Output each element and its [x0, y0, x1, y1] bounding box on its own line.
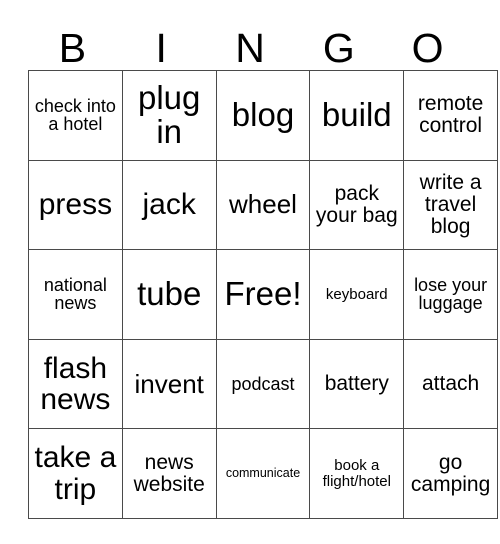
- bingo-row: press jack wheel pack your bag write a t…: [28, 159, 498, 251]
- bingo-cell-label: book a flight/hotel: [322, 457, 391, 490]
- bingo-cell[interactable]: jack: [121, 159, 217, 251]
- bingo-cell-label: check into a hotel: [34, 95, 116, 135]
- bingo-cell[interactable]: take a trip: [28, 428, 123, 519]
- bingo-cell[interactable]: communicate: [215, 428, 311, 519]
- bingo-cell[interactable]: remote control: [403, 70, 498, 161]
- bingo-cell-label: communicate: [225, 466, 301, 481]
- bingo-cell[interactable]: national news: [28, 249, 123, 340]
- bingo-cell[interactable]: lose your luggage: [403, 249, 498, 340]
- bingo-cell-label: flash news: [40, 351, 111, 417]
- bingo-cell-label: write a travel blog: [419, 171, 482, 238]
- bingo-cell-label: invent: [134, 368, 204, 399]
- bingo-cell-label: press: [38, 188, 113, 222]
- bingo-cell[interactable]: flash news: [28, 338, 123, 430]
- bingo-cell[interactable]: build: [309, 70, 405, 161]
- bingo-cell[interactable]: tube: [121, 249, 217, 340]
- bingo-cell[interactable]: blog: [215, 70, 311, 161]
- bingo-cell[interactable]: keyboard: [309, 249, 405, 340]
- bingo-cell[interactable]: pack your bag: [309, 159, 405, 251]
- bingo-cell-label: podcast: [231, 373, 295, 394]
- bingo-cell-label: national news: [43, 274, 107, 314]
- bingo-cell[interactable]: press: [28, 159, 123, 251]
- bingo-cell-label: attach: [421, 372, 480, 396]
- bingo-cell-label: lose your luggage: [414, 274, 488, 314]
- bingo-cell[interactable]: check into a hotel: [28, 70, 123, 161]
- bingo-cell[interactable]: book a flight/hotel: [309, 428, 405, 519]
- bingo-cell[interactable]: podcast: [215, 338, 311, 430]
- bingo-cell[interactable]: go camping: [403, 428, 498, 519]
- bingo-cell[interactable]: wheel: [215, 159, 311, 251]
- bingo-cell-label: blog: [231, 96, 295, 134]
- bingo-cell-label: keyboard: [325, 285, 388, 303]
- bingo-cell[interactable]: battery: [309, 338, 405, 430]
- bingo-cell-label: tube: [137, 275, 202, 313]
- bingo-free-cell[interactable]: Free!: [215, 249, 311, 340]
- bingo-cell[interactable]: write a travel blog: [403, 159, 498, 251]
- bingo-cell-label: pack your bag: [315, 182, 398, 227]
- header-letter-b: B: [58, 25, 87, 71]
- bingo-free-label: Free!: [224, 275, 302, 313]
- header-letter-n: N: [235, 25, 265, 71]
- bingo-cell-label: jack: [142, 188, 196, 222]
- bingo-row: take a trip news website communicate boo…: [28, 428, 498, 519]
- bingo-cell[interactable]: invent: [121, 338, 217, 430]
- bingo-cell[interactable]: attach: [403, 338, 498, 430]
- bingo-grid: check into a hotel plug in blog build re…: [28, 70, 498, 519]
- bingo-row: flash news invent podcast battery attach: [28, 338, 498, 430]
- bingo-header: B I N G O: [28, 14, 472, 70]
- bingo-cell-label: battery: [324, 372, 389, 396]
- bingo-cell-label: build: [321, 96, 392, 134]
- bingo-card: B I N G O check into a hotel plug in blo…: [28, 14, 498, 519]
- bingo-cell-label: remote control: [417, 92, 484, 138]
- bingo-cell-label: go camping: [410, 450, 491, 496]
- bingo-cell-label: wheel: [229, 189, 297, 220]
- bingo-cell-label: plug in: [138, 78, 201, 151]
- bingo-cell[interactable]: plug in: [121, 70, 217, 161]
- bingo-cell-label: news website: [133, 450, 205, 496]
- header-letter-o: O: [411, 25, 444, 71]
- header-letter-i: I: [155, 25, 167, 71]
- bingo-cell[interactable]: news website: [121, 428, 217, 519]
- bingo-cell-label: take a trip: [34, 441, 117, 506]
- header-letter-g: G: [322, 25, 355, 71]
- bingo-row: national news tube Free! keyboard lose y…: [28, 249, 498, 340]
- bingo-row: check into a hotel plug in blog build re…: [28, 70, 498, 161]
